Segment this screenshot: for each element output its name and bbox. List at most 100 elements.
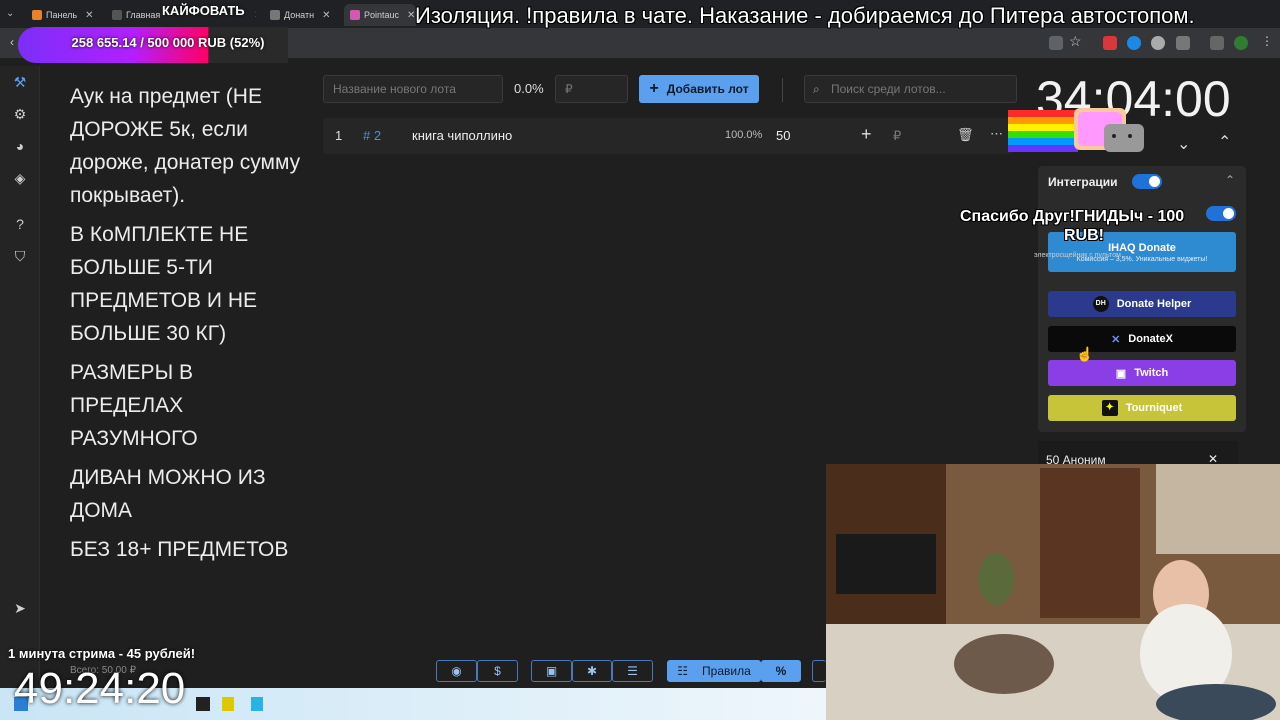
rules-button[interactable]: ☷ Правила (667, 660, 761, 682)
tab-favicon-icon (112, 10, 122, 20)
donation-alert-line: RUB! (1064, 227, 1104, 244)
donate-button[interactable]: $ (477, 660, 518, 682)
translate-icon[interactable] (1049, 36, 1063, 50)
tab-favicon-icon (270, 10, 280, 20)
more-bottom-button[interactable] (812, 660, 826, 682)
browser-menu-icon[interactable]: ⋮ (1261, 34, 1273, 48)
dollar-icon: $ (494, 664, 501, 678)
donate-helper-logo-icon: DH (1092, 296, 1109, 312)
rule-text: ДИВАН МОЖНО ИЗ ДОМА (70, 466, 266, 522)
rule-text: БЕЗ 18+ ПРЕДМЕТОВ (70, 538, 289, 561)
extensions-puzzle-icon[interactable] (1176, 36, 1190, 50)
kaifovat-label: КАЙФОВАТЬ (162, 3, 245, 18)
close-tab-icon[interactable]: ✕ (322, 10, 330, 21)
tab-favicon-icon (350, 10, 360, 20)
telegram-icon[interactable]: ➤ (10, 598, 30, 618)
plus-icon: + (649, 80, 659, 97)
close-tab-icon[interactable]: ✕ (85, 10, 93, 21)
more-options-icon[interactable]: ⋯ (990, 126, 1003, 142)
clear-lots-button[interactable]: ☰ (612, 660, 653, 682)
collapse-chevron-icon[interactable]: ⌃ (1225, 173, 1235, 187)
donation-alert-text: Спасибо Друг!ГНИДЫч - 100 RUB! (960, 207, 1220, 245)
add-lot-label: Добавить лот (666, 82, 749, 96)
add-lot-button[interactable]: + Добавить лот (639, 75, 759, 103)
new-lot-percent: 0.0% (514, 81, 544, 96)
auction-hammer-icon[interactable]: ⚒ (10, 72, 30, 92)
extension-abp-icon[interactable] (1103, 36, 1117, 50)
help-icon[interactable]: ? (10, 214, 30, 234)
webcam-feed (826, 464, 1280, 720)
layers-icon[interactable]: ◈ (10, 168, 30, 188)
extension-icon[interactable] (1151, 36, 1165, 50)
twitch-logo-icon: ▣ (1115, 367, 1127, 380)
twitch-button[interactable]: ▣ Twitch (1048, 360, 1236, 386)
bug-icon: ✱ (586, 664, 598, 678)
rules-list-icon: ☷ (677, 664, 689, 678)
lot-search-input[interactable]: ⌕ Поиск среди лотов... (804, 75, 1017, 103)
wheel-chart-icon[interactable]: ◕ (10, 136, 30, 156)
extension-icon[interactable] (1127, 36, 1141, 50)
rules-panel: Аук на предмет (НЕ ДОРОЖЕ 5к, если дорож… (54, 80, 304, 572)
lot-currency: ₽ (893, 128, 902, 143)
github-button[interactable]: ◉ (436, 660, 477, 682)
add-amount-plus-icon[interactable]: + (861, 124, 872, 145)
profile-avatar[interactable] (1234, 36, 1248, 50)
search-icon: ⌕ (813, 82, 820, 96)
tourniquet-label: Tourniquet (1125, 402, 1183, 414)
bug-report-button[interactable]: ✱ (572, 660, 612, 682)
donatex-logo-icon: ✕ (1111, 333, 1121, 346)
taskbar-app-icon[interactable] (251, 697, 263, 711)
rules-button-label: Правила (702, 664, 751, 678)
rule-text: В КоМПЛЕКТЕ НЕ БОЛЬШЕ 5-ТИ ПРЕДМЕТОВ И Н… (70, 223, 257, 345)
tourniquet-button[interactable]: ✦ Tourniquet (1048, 395, 1236, 421)
donation-goal-text: 258 655.14 / 500 000 RUB (52%) (71, 35, 265, 50)
mouse-cursor-icon: ☝ (1076, 346, 1094, 362)
integrations-title: Интеграции (1048, 175, 1118, 189)
donate-helper-label: Donate Helper (1116, 298, 1192, 310)
tab-label: Главная (126, 10, 161, 20)
browser-tab[interactable]: Панель ✕ (26, 4, 100, 26)
tourniquet-logo-icon: ✦ (1101, 400, 1118, 416)
stream-minute-price: 1 минута стрима - 45 рублей! (8, 646, 196, 661)
bookmark-star-icon[interactable]: ☆ (1069, 33, 1082, 50)
rule-text: РАЗМЕРЫ В ПРЕДЕЛАХ РАЗУМНОГО (70, 361, 198, 450)
donatex-label: DonateX (1128, 333, 1173, 345)
tab-search-chevron-icon[interactable]: ⌄ (6, 8, 14, 19)
back-icon[interactable]: ‹ (10, 35, 14, 49)
donate-helper-button[interactable]: DH Donate Helper (1048, 291, 1236, 317)
new-lot-name-input[interactable]: Название нового лота (323, 75, 503, 103)
timer-decrease-chevron-icon[interactable]: ⌄ (1177, 134, 1190, 154)
donation-alert-line: Спасибо Друг!ГНИДЫч - 100 (960, 208, 1185, 225)
search-placeholder: Поиск среди лотов... (831, 82, 946, 96)
settings-gear-icon[interactable]: ⚙ (10, 104, 30, 124)
close-tab-icon[interactable]: ✕ (254, 10, 256, 21)
new-lot-amount-input[interactable]: ₽ (555, 75, 628, 103)
reading-list-icon[interactable] (1210, 36, 1224, 50)
trash-list-icon: ☰ (627, 664, 638, 678)
lot-tag[interactable]: # 2 (363, 128, 381, 143)
lot-percent: 100.0% (725, 129, 763, 141)
nyan-cat-overlay (1008, 108, 1144, 152)
lot-name[interactable]: книга чиполлино (412, 128, 512, 143)
ihaq-subtitle-2: электросщейник с пультом (1034, 252, 1121, 259)
browser-tab-active[interactable]: Pointauc ✕ (344, 4, 416, 26)
integrations-toggle[interactable] (1132, 174, 1162, 189)
lot-index: 1 (335, 128, 343, 143)
stream-clock: 49:24:20 (14, 664, 186, 713)
tab-label: Донатн (284, 10, 315, 20)
browser-tab[interactable]: Донатн ✕ (264, 4, 340, 26)
lot-amount: 50 (776, 128, 791, 143)
percent-toggle-button[interactable]: % (761, 660, 801, 682)
tab-label: Панель (46, 10, 78, 20)
twitch-label: Twitch (1134, 367, 1169, 379)
save-button[interactable]: ▣ (531, 660, 572, 682)
timer-increase-chevron-icon[interactable]: ⌃ (1218, 132, 1231, 152)
taskbar-app-icon[interactable] (196, 697, 210, 711)
taskbar-app-icon[interactable] (222, 697, 234, 711)
toolbar-divider (782, 78, 783, 102)
lot-row[interactable]: 1 # 2 книга чиполлино 100.0% 50 + ₽ 🗑 ⋯ (323, 118, 1013, 154)
shield-icon[interactable]: ⛉ (10, 246, 30, 266)
delete-trash-icon[interactable]: 🗑 (957, 127, 974, 143)
marquee-text: Изоляция. !правила в чате. Наказание - д… (415, 3, 1195, 28)
tab-label: Pointauc (364, 10, 400, 20)
